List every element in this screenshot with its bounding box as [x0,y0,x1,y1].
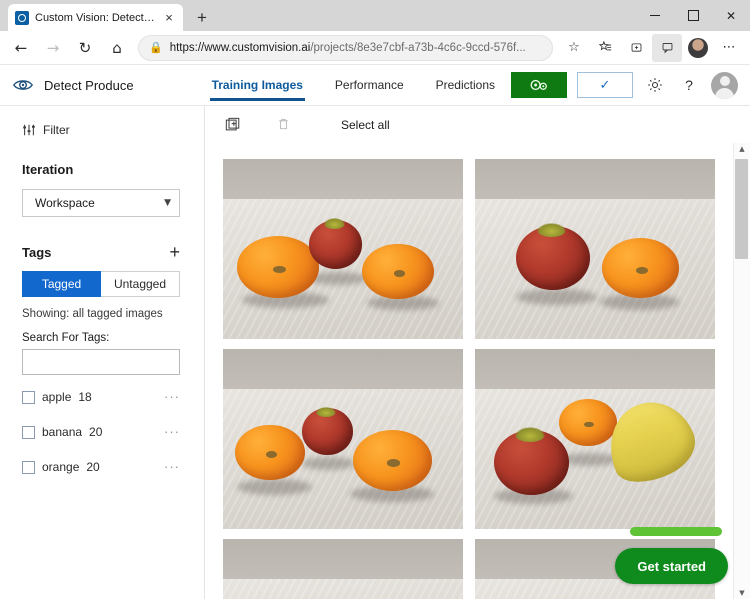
tag-filter-segmented: Tagged Untagged [0,271,204,297]
tags-header: Tags + [0,243,204,261]
navbar-icons: ☆ ⋯ [559,33,744,62]
reload-icon[interactable]: ↻ [70,34,100,62]
copilot-icon[interactable] [652,33,682,62]
chevron-down-icon: ▼ [164,198,171,208]
tag-more-icon[interactable]: ··· [164,425,180,438]
window-controls: ✕ [636,0,750,31]
image-thumbnail[interactable] [223,539,463,599]
filter-sliders-icon [23,124,35,136]
images-grid-area: ▲ ▼ Get started [205,143,750,599]
tag-count: 20 [86,460,100,474]
page-title: Detect Produce [44,77,134,93]
app-body: Filter Iteration Workspace ▼ Tags + Tagg… [0,106,750,599]
address-bar-url: https://www.customvision.ai/projects/8e3… [170,42,526,54]
tab-performance[interactable]: Performance [319,65,420,106]
add-images-icon[interactable] [223,115,243,135]
tag-more-icon[interactable]: ··· [164,460,180,473]
more-options-icon[interactable]: ⋯ [714,34,744,62]
image-thumbnail[interactable] [223,159,463,339]
tab-predictions[interactable]: Predictions [420,65,511,106]
home-icon[interactable]: ⌂ [102,34,132,62]
segment-untagged[interactable]: Untagged [101,271,180,297]
tag-item-banana[interactable]: banana 20 ··· [0,419,204,445]
sidebar: Filter Iteration Workspace ▼ Tags + Tagg… [0,106,205,599]
tag-item-orange[interactable]: orange 20 ··· [0,454,204,480]
search-tags-input[interactable] [22,349,180,375]
image-thumbnail[interactable] [223,349,463,529]
image-thumbnail[interactable] [475,159,715,339]
user-avatar-icon[interactable] [711,71,738,99]
tag-count: 20 [89,425,103,439]
images-toolbar: Select all [205,106,750,143]
url-host: https://www.customvision.ai [169,41,311,54]
vertical-scrollbar[interactable]: ▲ ▼ [733,143,750,599]
eye-icon [12,74,34,96]
iteration-select[interactable]: Workspace ▼ [22,189,180,217]
browser-essentials-icon[interactable] [621,34,651,62]
browser-tab[interactable]: Custom Vision: Detect Produce - × [8,4,183,31]
app-tabs: Training Images Performance Predictions [196,65,511,106]
tag-name: banana [42,425,83,439]
add-tag-icon[interactable]: + [169,243,180,261]
delete-icon[interactable] [273,115,293,135]
tag-name: apple [42,390,72,404]
tag-name: orange [42,460,80,474]
search-tags-label: Search For Tags: [22,332,110,344]
scroll-down-arrow-icon[interactable]: ▼ [739,589,744,597]
browser-navbar: ← → ↻ ⌂ 🔒 https://www.customvision.ai/pr… [0,31,750,64]
cta-progress-bar [630,527,722,536]
tag-count: 18 [78,390,92,404]
url-path: /projects/8e3e7cbf-a73b-4c6c-9ccd-576f..… [310,41,526,54]
tag-checkbox[interactable] [22,390,35,404]
minimize-button[interactable] [636,0,674,31]
new-tab-button[interactable]: + [189,5,215,31]
lock-icon: 🔒 [149,41,163,54]
filter-label: Filter [43,123,70,137]
favorite-star-icon[interactable]: ☆ [559,34,589,62]
filter-control[interactable]: Filter [0,120,204,140]
app-header-actions: ✓ ? [511,71,750,99]
close-window-button[interactable]: ✕ [712,0,750,31]
maximize-button[interactable] [674,0,712,31]
segment-tagged[interactable]: Tagged [22,271,101,297]
iteration-heading: Iteration [22,162,74,177]
tag-checkbox[interactable] [22,460,35,474]
collections-icon[interactable] [590,34,620,62]
quick-test-button[interactable]: ✓ [577,72,633,98]
showing-status: Showing: all tagged images [22,308,163,320]
app-header: Detect Produce Training Images Performan… [0,65,750,106]
scroll-up-arrow-icon[interactable]: ▲ [739,145,744,153]
tags-heading: Tags [22,244,52,260]
scrollbar-thumb[interactable] [735,159,748,259]
main-panel: Select all ▲ ▼ Get started [205,106,750,599]
help-icon[interactable]: ? [677,73,701,97]
browser-titlebar: Custom Vision: Detect Produce - × + ✕ [0,0,750,31]
tab-training-images[interactable]: Training Images [196,65,319,106]
custom-vision-favicon [15,10,29,25]
app-brand[interactable]: Detect Produce [12,74,186,96]
gear-icon[interactable] [643,73,667,97]
iteration-select-wrap: Workspace ▼ [0,189,204,217]
checkmark-icon: ✓ [599,77,611,93]
select-all-button[interactable]: Select all [341,118,390,132]
get-started-button[interactable]: Get started [615,548,728,584]
custom-vision-app: Detect Produce Training Images Performan… [0,64,750,599]
back-icon[interactable]: ← [6,34,36,62]
search-tags-wrap [0,349,204,375]
profile-avatar[interactable] [683,34,713,62]
train-button[interactable] [511,72,567,98]
address-bar[interactable]: 🔒 https://www.customvision.ai/projects/8… [138,34,553,61]
tag-more-icon[interactable]: ··· [164,390,180,403]
tab-close-icon[interactable]: × [161,11,177,24]
image-thumbnail[interactable] [475,349,715,529]
iteration-selected-value: Workspace [35,196,95,210]
tag-item-apple[interactable]: apple 18 ··· [0,384,204,410]
forward-icon[interactable]: → [38,34,68,62]
browser-window: Custom Vision: Detect Produce - × + ✕ ← … [0,0,750,599]
tag-checkbox[interactable] [22,425,35,439]
tab-title: Custom Vision: Detect Produce - [35,11,155,24]
scrollbar-track[interactable] [733,159,750,583]
